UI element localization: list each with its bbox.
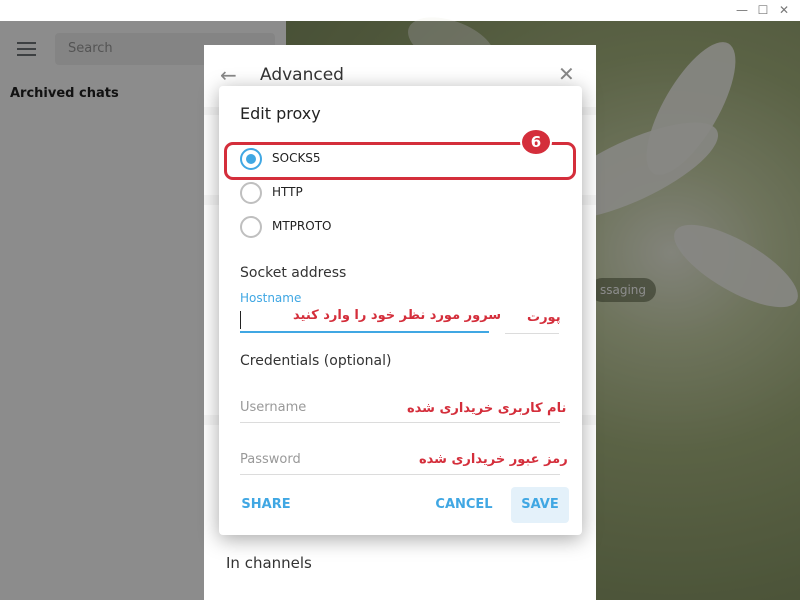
credentials-heading: Credentials (optional) <box>240 353 392 369</box>
hostname-label: Hostname <box>240 291 302 305</box>
maximize-icon[interactable]: ☐ <box>755 2 771 18</box>
dialog-title: Edit proxy <box>240 104 321 123</box>
window-titlebar: — ☐ ✕ <box>0 0 800 21</box>
password-annotation: رمز عبور خریداری شده <box>419 452 568 467</box>
radio-label: HTTP <box>272 185 303 199</box>
in-channels-option[interactable]: In channels <box>226 554 312 572</box>
username-annotation: نام کاربری خریداری شده <box>407 401 567 416</box>
radio-http[interactable]: HTTP <box>240 181 560 207</box>
edit-proxy-dialog: Edit proxy 6 SOCKS5 HTTP MTPROTO Socket … <box>219 86 582 535</box>
text-caret <box>240 311 241 329</box>
radio-label: MTPROTO <box>272 219 332 233</box>
save-button[interactable]: SAVE <box>511 487 569 523</box>
radio-socks5[interactable]: SOCKS5 <box>240 147 560 173</box>
radio-unchecked-icon[interactable] <box>240 216 262 238</box>
close-icon[interactable]: ✕ <box>558 62 575 86</box>
minimize-icon[interactable]: — <box>734 2 750 18</box>
share-button[interactable]: SHARE <box>233 487 299 523</box>
password-placeholder: Password <box>240 452 301 467</box>
radio-checked-icon[interactable] <box>240 148 262 170</box>
radio-mtproto[interactable]: MTPROTO <box>240 215 560 241</box>
advanced-title: Advanced <box>260 65 344 85</box>
radio-unchecked-icon[interactable] <box>240 182 262 204</box>
username-placeholder: Username <box>240 400 307 415</box>
port-annotation: پورت <box>527 310 561 325</box>
hostname-annotation: سرور مورد نظر خود را وارد کنید <box>293 308 502 323</box>
cancel-button[interactable]: CANCEL <box>429 487 499 523</box>
close-window-icon[interactable]: ✕ <box>776 2 792 18</box>
back-arrow-icon[interactable]: ← <box>220 63 237 87</box>
radio-label: SOCKS5 <box>272 151 321 165</box>
socket-address-heading: Socket address <box>240 265 347 281</box>
